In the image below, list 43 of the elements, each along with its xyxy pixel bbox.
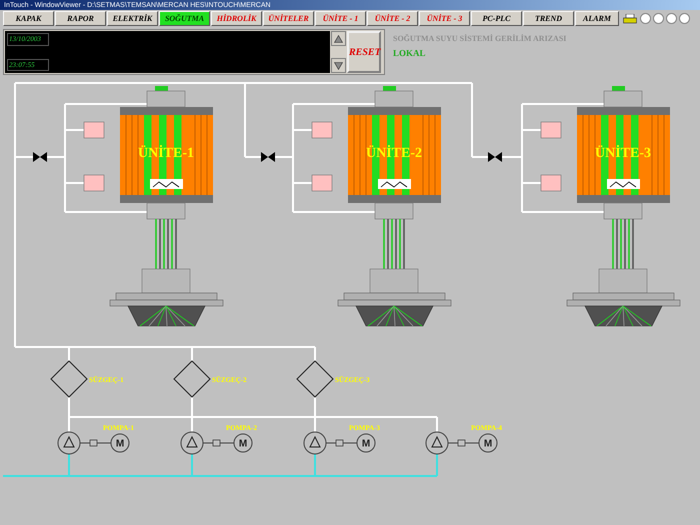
- indicator-lamp: [540, 174, 562, 192]
- nav-tab[interactable]: RAPOR: [55, 11, 106, 26]
- nav-tab[interactable]: ÜNİTE - 2: [367, 11, 418, 26]
- nav-tab[interactable]: ELEKTRİK: [107, 11, 158, 26]
- nav-tab[interactable]: KAPAK: [3, 11, 54, 26]
- nav-tab[interactable]: ÜNİTELER: [263, 11, 314, 26]
- reset-button[interactable]: RESET: [347, 31, 381, 73]
- valve-icon[interactable]: [261, 152, 275, 162]
- pump-motor-drawing: [58, 432, 130, 454]
- indicator-lamp: [84, 174, 104, 192]
- motor-symbol: M: [238, 438, 248, 450]
- indicator-lamp: [312, 122, 332, 138]
- status-lamp-icon: [653, 13, 664, 24]
- up-arrow-icon: [334, 34, 343, 42]
- scroll-up-button[interactable]: [331, 31, 346, 46]
- valve-icon[interactable]: [33, 152, 47, 162]
- status-lamp-icon: [679, 13, 690, 24]
- indicator-lamp: [312, 174, 332, 192]
- filter-icon: [173, 360, 211, 398]
- pump-motor-drawing: [180, 432, 252, 454]
- mode-status: LOKAL: [393, 47, 427, 60]
- valve-icon[interactable]: [488, 152, 502, 162]
- down-arrow-icon: [334, 62, 343, 70]
- nav-tab[interactable]: HİDROLİK: [211, 11, 262, 26]
- nav-tab[interactable]: TREND: [523, 11, 574, 26]
- nav-tab[interactable]: PC-PLC: [471, 11, 522, 26]
- nav-tab[interactable]: ÜNİTE - 3: [419, 11, 470, 26]
- nav-tab[interactable]: ÜNİTE - 1: [315, 11, 366, 26]
- filter-icon: [50, 360, 88, 398]
- motor-symbol: M: [362, 438, 370, 450]
- pump-motor-drawing: [304, 432, 376, 454]
- status-lamp-icon: [666, 13, 677, 24]
- printer-icon[interactable]: [623, 14, 637, 24]
- indicator-lamp: [540, 122, 562, 138]
- motor-symbol: M: [116, 438, 124, 450]
- pump-motor-drawing: [426, 432, 498, 454]
- scroll-down-button[interactable]: [331, 58, 346, 73]
- nav-tab[interactable]: ALARM: [575, 11, 619, 26]
- status-lamp-icon: [640, 13, 651, 24]
- filter-icon: [296, 360, 334, 398]
- indicator-lamp: [84, 122, 104, 138]
- motor-symbol: M: [484, 438, 492, 450]
- nav-tab[interactable]: SOĞUTMA: [159, 11, 210, 26]
